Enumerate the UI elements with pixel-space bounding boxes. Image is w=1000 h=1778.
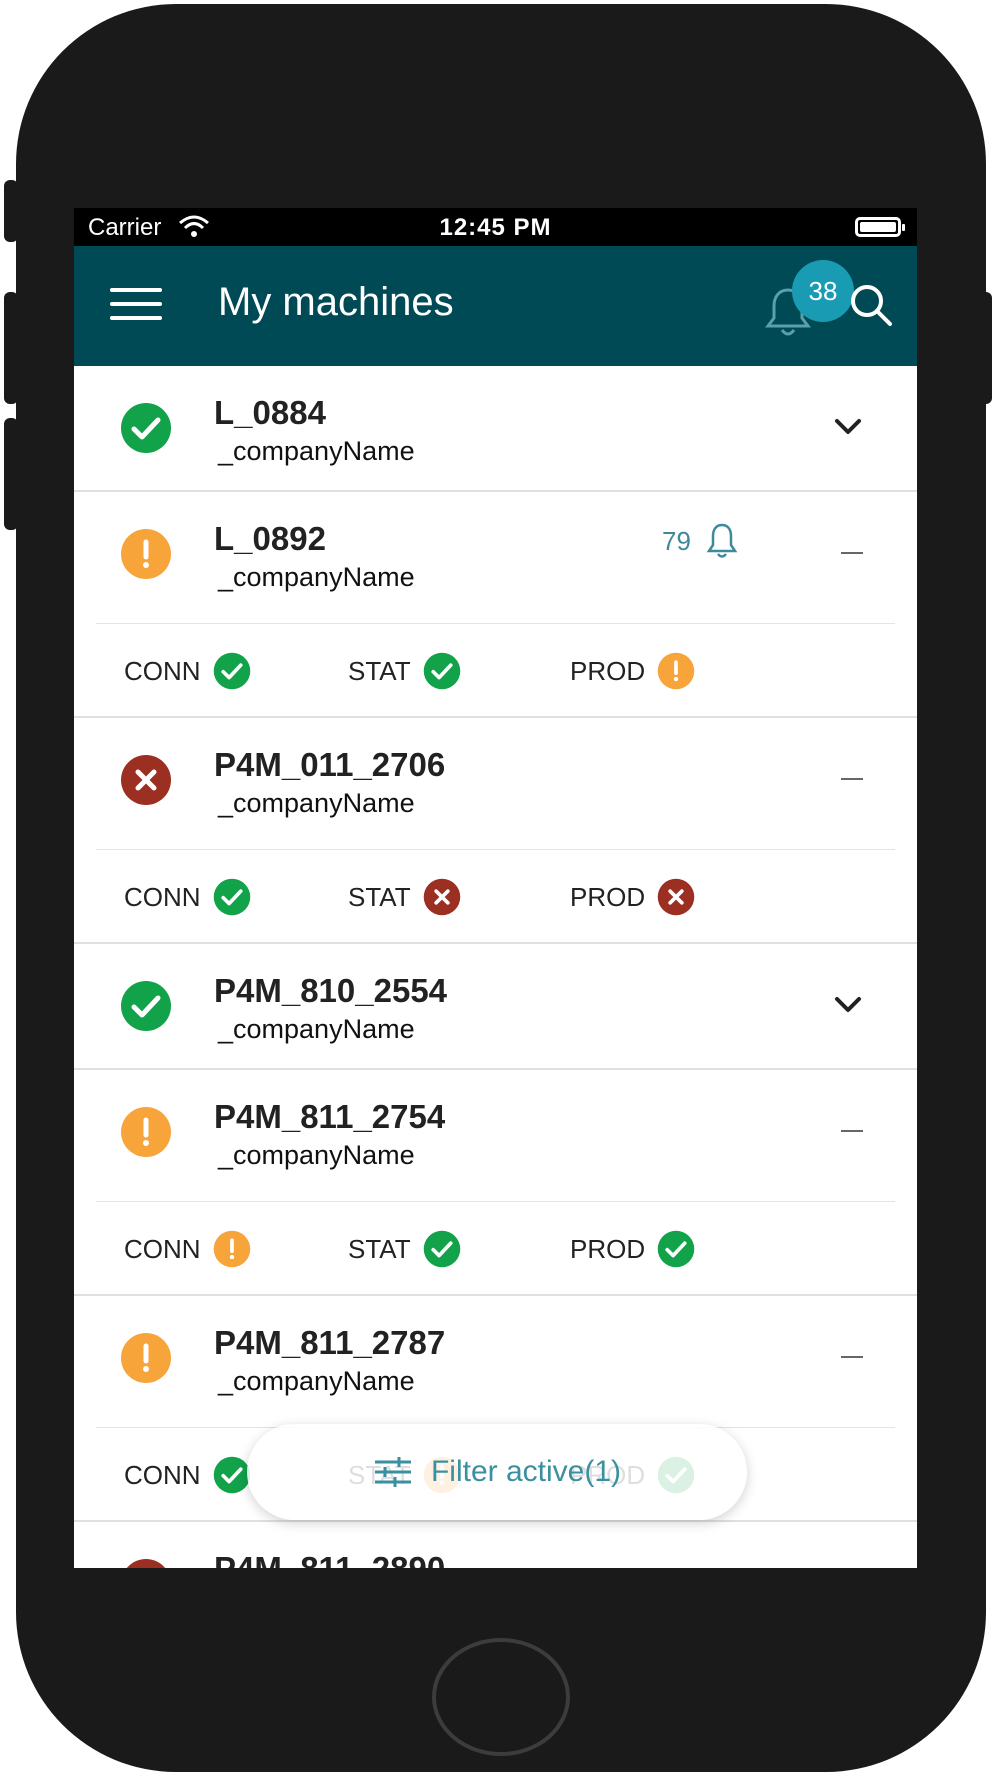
machine-name: P4M_811_2890 [214, 1550, 445, 1568]
warning-circle-icon [121, 1107, 171, 1157]
check-circle-icon [121, 403, 171, 453]
machine-name: P4M_011_2706 [214, 746, 446, 783]
prod-status: PROD [570, 1230, 695, 1268]
warning-circle-icon [121, 1333, 171, 1383]
check-circle-icon [657, 1230, 695, 1268]
conn-status: CONN [124, 652, 251, 690]
status-details-row: CONN STAT PROD [74, 1202, 917, 1294]
machine-name: L_0884 [214, 394, 326, 431]
check-circle-icon [423, 1230, 460, 1268]
collapse-toggle[interactable] [841, 1130, 863, 1132]
collapse-toggle[interactable] [841, 1356, 863, 1358]
search-icon[interactable] [846, 280, 896, 330]
error-circle-icon [657, 878, 695, 916]
status-details-row: CONN STAT PROD [74, 850, 917, 942]
machine-card-header[interactable]: P4M_810_2554 _companyName [74, 944, 917, 1068]
notification-badge[interactable]: 38 [792, 260, 854, 322]
prod-status: PROD [570, 878, 695, 916]
conn-status: CONN [124, 878, 251, 916]
error-circle-icon [121, 755, 171, 805]
conn-status: CONN [124, 1230, 251, 1268]
machine-status [120, 1106, 172, 1158]
status-bar: Carrier 12:45 PM [74, 208, 917, 246]
machine-card[interactable]: L_0892 _companyName 79 CONN STAT PROD [74, 492, 917, 718]
mute-switch [4, 180, 18, 242]
machine-card-header[interactable]: L_0884 _companyName [74, 366, 917, 490]
machine-name: L_0892 [214, 520, 326, 557]
stat-status: STAT [348, 1230, 461, 1268]
machine-card[interactable]: P4M_011_2706 _companyName CONN STAT PROD [74, 718, 917, 944]
prod-label: PROD [570, 881, 646, 912]
alarm-count: 79 [662, 526, 691, 556]
stat-label: STAT [348, 881, 411, 912]
machine-status [120, 528, 172, 580]
home-button[interactable] [432, 1638, 570, 1756]
machine-card-header[interactable]: P4M_811_2754 _companyName [74, 1070, 917, 1202]
warning-circle-icon [657, 652, 695, 690]
screen: Carrier 12:45 PM My machines 38 L_0884 _… [74, 208, 917, 1568]
machine-card[interactable]: L_0884 _companyName [74, 366, 917, 492]
company-name: _companyName [218, 1014, 415, 1044]
machine-status [120, 754, 172, 806]
machine-status [120, 980, 172, 1032]
machine-card[interactable]: P4M_810_2554 _companyName [74, 944, 917, 1070]
filter-sliders-icon [374, 1457, 411, 1487]
conn-status: CONN [124, 1456, 251, 1494]
page-title: My machines [218, 280, 454, 324]
check-circle-icon [213, 1456, 250, 1494]
company-name: _companyName [218, 436, 415, 466]
collapse-toggle[interactable] [841, 552, 863, 554]
clock: 12:45 PM [439, 214, 552, 241]
conn-label: CONN [124, 1459, 201, 1490]
check-circle-icon [423, 652, 460, 690]
machine-name: P4M_810_2554 [214, 972, 448, 1009]
warning-circle-icon [121, 529, 171, 579]
machine-status [120, 1332, 172, 1384]
machine-name: P4M_811_2787 [214, 1324, 446, 1361]
machine-card[interactable]: P4M_811_2890 _companyName [74, 1522, 917, 1568]
battery-icon [855, 217, 905, 237]
machine-name: P4M_811_2754 [214, 1098, 446, 1135]
machine-status [120, 1558, 172, 1568]
chevron-down-icon[interactable] [833, 994, 863, 1016]
status-details-row: CONN STAT PROD [74, 624, 917, 716]
error-circle-icon [126, 1559, 166, 1568]
check-circle-icon [213, 652, 250, 690]
prod-label: PROD [570, 655, 646, 686]
alarm-bell-icon [706, 523, 738, 558]
company-name: _companyName [218, 788, 415, 818]
stat-label: STAT [348, 1233, 411, 1264]
power-button [978, 292, 992, 404]
filter-label: Filter active(1) [430, 1455, 622, 1488]
machine-card-header[interactable]: P4M_811_2787 _companyName [74, 1296, 917, 1428]
volume-down-button [4, 418, 18, 530]
app-bar: My machines 38 [74, 246, 917, 366]
chevron-down-icon[interactable] [833, 416, 863, 438]
check-circle-icon [121, 981, 171, 1031]
machine-status [120, 402, 172, 454]
conn-label: CONN [124, 1233, 201, 1264]
collapse-toggle[interactable] [841, 778, 863, 780]
volume-up-button [4, 292, 18, 404]
menu-button[interactable] [110, 288, 162, 324]
machine-card-header[interactable]: L_0892 _companyName 79 [74, 492, 917, 624]
machine-card[interactable]: P4M_811_2754 _companyName CONN STAT PROD [74, 1070, 917, 1296]
machine-card-header[interactable]: P4M_011_2706 _companyName [74, 718, 917, 850]
company-name: _companyName [218, 1140, 415, 1170]
company-name: _companyName [218, 1366, 415, 1396]
error-circle-icon [423, 878, 460, 916]
check-circle-icon [213, 878, 250, 916]
conn-label: CONN [124, 655, 201, 686]
stat-status: STAT [348, 652, 461, 690]
stat-status: STAT [348, 878, 461, 916]
prod-status: PROD [570, 652, 695, 690]
company-name: _companyName [218, 562, 415, 592]
machine-list: L_0884 _companyName L_0892 _companyName 7… [74, 366, 917, 1568]
filter-active-button[interactable]: Filter active(1) [247, 1424, 747, 1520]
warning-circle-icon [213, 1230, 250, 1268]
stat-label: STAT [348, 655, 411, 686]
conn-label: CONN [124, 881, 201, 912]
prod-label: PROD [570, 1233, 646, 1264]
machine-card-header[interactable]: P4M_811_2890 _companyName [74, 1522, 917, 1568]
